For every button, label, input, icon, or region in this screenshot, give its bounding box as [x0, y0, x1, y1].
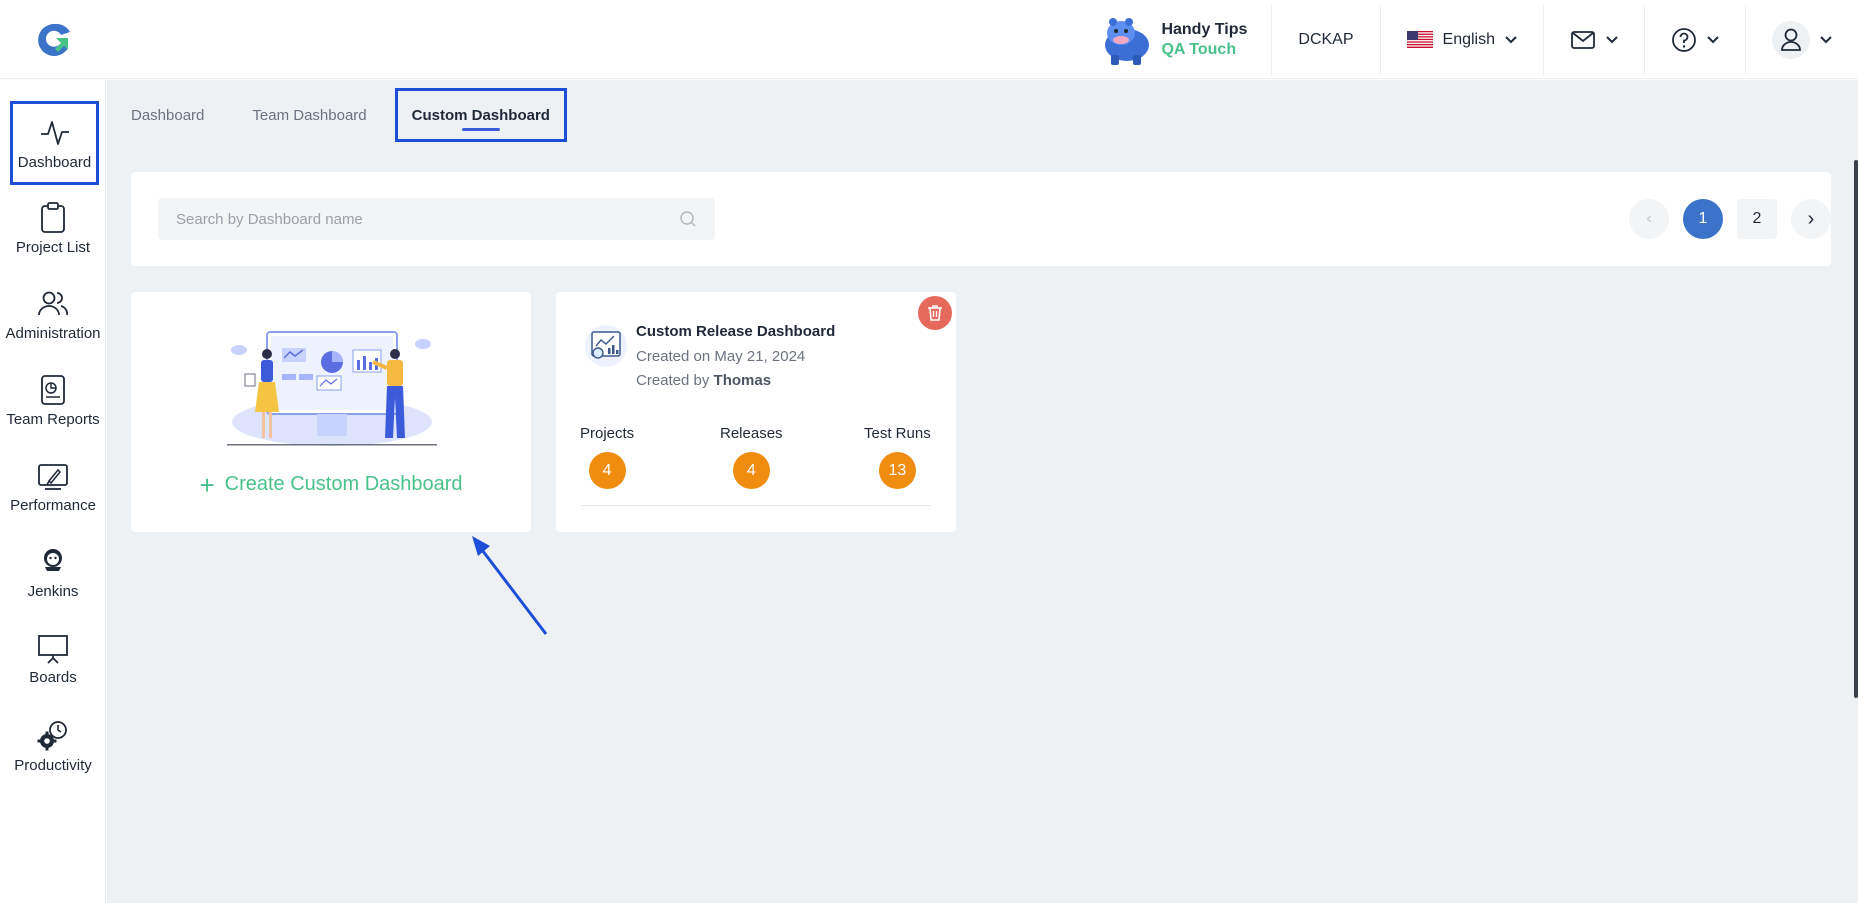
- stat-test-runs: Test Runs 13: [864, 425, 931, 489]
- sidebar-item-performance[interactable]: Performance: [0, 459, 106, 514]
- help-icon: [1672, 27, 1696, 52]
- sidebar-item-label: Team Reports: [6, 411, 100, 428]
- chevron-down-icon: [1505, 35, 1517, 43]
- page-1-button[interactable]: 1: [1683, 199, 1723, 239]
- sidebar-item-project-list[interactable]: Project List: [0, 201, 106, 256]
- stat-badge: 4: [588, 452, 626, 489]
- dashboard-title[interactable]: Custom Release Dashboard: [636, 323, 835, 340]
- sidebar-item-label: Performance: [10, 497, 96, 514]
- dashboard-illustration: [227, 331, 437, 446]
- language-label: English: [1442, 30, 1495, 48]
- search-icon[interactable]: [679, 210, 697, 228]
- tab-team-dashboard[interactable]: Team Dashboard: [228, 88, 390, 142]
- search-box: [158, 198, 715, 240]
- sidebar-item-label: Dashboard: [17, 153, 92, 171]
- org-selector[interactable]: DCKAP: [1272, 0, 1379, 79]
- handy-tips[interactable]: Handy Tips QA Touch: [1099, 15, 1271, 65]
- dashboard-tabs: Dashboard Team Dashboard Custom Dashboar…: [107, 80, 567, 150]
- mail-menu[interactable]: [1544, 0, 1644, 79]
- sidebar-item-label: Project List: [15, 239, 91, 256]
- tab-dashboard[interactable]: Dashboard: [107, 88, 228, 142]
- stat-badge: 13: [878, 452, 916, 489]
- rocket-icon: [38, 464, 68, 490]
- dashboard-chart-icon: [585, 325, 627, 367]
- us-flag-icon: [1406, 31, 1433, 48]
- stat-label: Projects: [580, 425, 635, 442]
- language-selector[interactable]: English: [1381, 0, 1543, 79]
- page-2-button[interactable]: 2: [1737, 199, 1777, 239]
- divider: [581, 505, 931, 506]
- jenkins-icon: [44, 549, 62, 571]
- search-input[interactable]: [176, 210, 679, 228]
- sidebar-item-label: Boards: [29, 669, 77, 686]
- user-avatar-icon: [1772, 20, 1810, 59]
- users-icon: [38, 291, 68, 316]
- mail-icon: [1571, 30, 1595, 49]
- clipboard-icon: [41, 202, 65, 233]
- created-by-name: Thomas: [713, 372, 772, 389]
- dashboard-created-on: Created on May 21, 2024: [636, 348, 806, 365]
- trash-icon: [928, 305, 942, 321]
- user-menu[interactable]: [1746, 0, 1858, 79]
- main-content: Dashboard Team Dashboard Custom Dashboar…: [107, 80, 1858, 903]
- app-logo-icon[interactable]: [34, 20, 74, 60]
- hippo-mascot-icon: [1105, 17, 1150, 65]
- tips-subtitle: QA Touch: [1161, 40, 1237, 58]
- gear-clock-icon: [37, 721, 67, 751]
- sidebar-item-jenkins[interactable]: Jenkins: [0, 545, 106, 600]
- next-page-button[interactable]: ›: [1791, 199, 1831, 239]
- board-icon: [38, 635, 68, 664]
- sidebar-item-label: Productivity: [14, 757, 92, 774]
- help-menu[interactable]: [1645, 0, 1745, 79]
- chevron-down-icon: [1606, 35, 1618, 43]
- delete-dashboard-button[interactable]: [918, 296, 952, 330]
- stat-releases: Releases 4: [720, 425, 783, 489]
- stat-badge: 4: [732, 452, 770, 489]
- search-panel: ‹ 1 2 ›: [131, 172, 1831, 266]
- create-custom-dashboard-link[interactable]: + Create Custom Dashboard: [131, 469, 531, 500]
- create-dashboard-card[interactable]: + Create Custom Dashboard: [131, 292, 531, 532]
- annotation-arrow-icon: [472, 536, 548, 635]
- tips-title: Handy Tips: [1161, 20, 1248, 38]
- report-icon: [41, 375, 65, 405]
- stat-label: Releases: [720, 425, 783, 442]
- pagination: ‹ 1 2 ›: [1615, 199, 1831, 239]
- plus-icon: +: [199, 469, 215, 500]
- activity-icon: [40, 120, 69, 145]
- sidebar-item-productivity[interactable]: Productivity: [0, 719, 106, 774]
- top-bar: Handy Tips QA Touch DCKAP English: [0, 0, 1858, 79]
- dashboard-card[interactable]: Custom Release Dashboard Created on May …: [556, 292, 956, 532]
- tab-custom-dashboard[interactable]: Custom Dashboard: [394, 88, 567, 142]
- chevron-down-icon: [1820, 35, 1832, 43]
- sidebar: Dashboard Project List Administration Te…: [0, 79, 106, 903]
- sidebar-item-label: Jenkins: [27, 583, 79, 600]
- sidebar-item-label: Administration: [5, 325, 101, 342]
- org-name: DCKAP: [1298, 30, 1354, 48]
- create-label: Create Custom Dashboard: [224, 473, 463, 495]
- stat-label: Test Runs: [864, 425, 931, 442]
- created-by-prefix: Created by: [636, 372, 710, 389]
- sidebar-item-dashboard[interactable]: Dashboard: [10, 101, 99, 185]
- page-scrollbar[interactable]: [1854, 160, 1858, 698]
- stat-projects: Projects 4: [580, 425, 634, 489]
- dashboard-created-by: Created by Thomas: [636, 372, 771, 389]
- sidebar-item-administration[interactable]: Administration: [0, 287, 106, 342]
- sidebar-item-team-reports[interactable]: Team Reports: [0, 373, 106, 428]
- sidebar-item-boards[interactable]: Boards: [0, 631, 106, 686]
- prev-page-button[interactable]: ‹: [1629, 199, 1669, 239]
- chevron-down-icon: [1707, 35, 1719, 43]
- top-right-menu: Handy Tips QA Touch DCKAP English: [1099, 0, 1858, 79]
